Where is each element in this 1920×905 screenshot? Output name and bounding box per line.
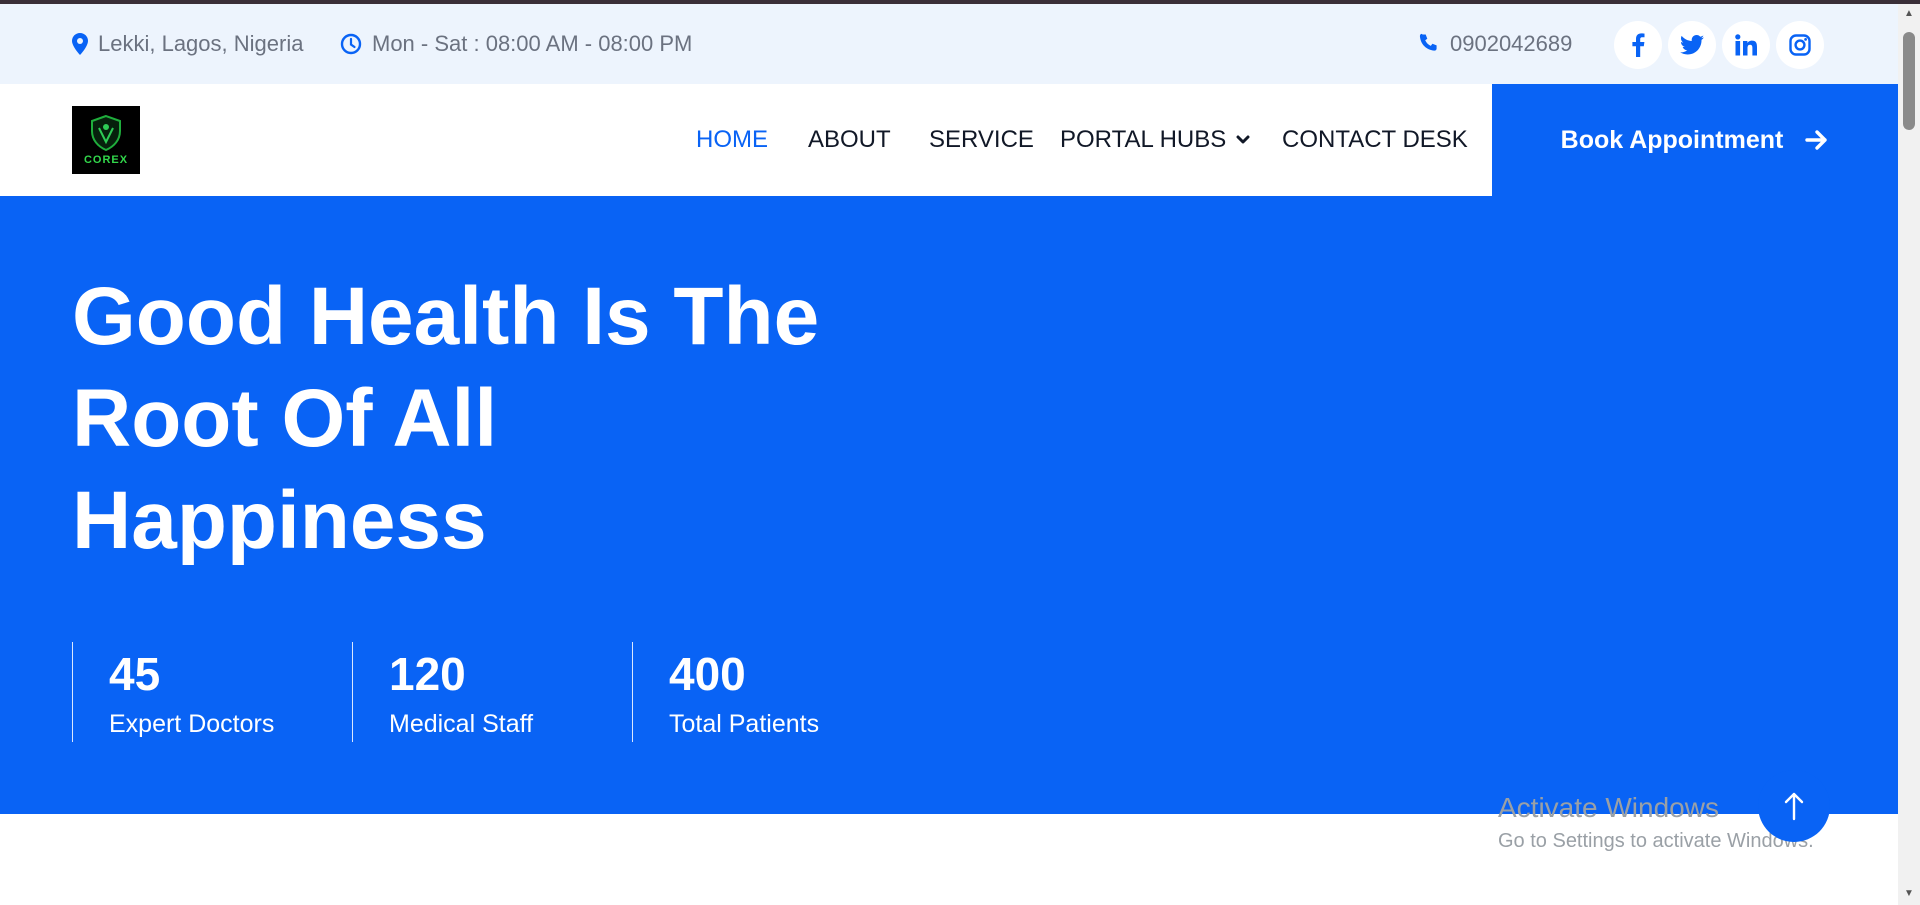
site-logo[interactable]: COREX (72, 106, 140, 174)
stat-medical-staff: 120 Medical Staff (352, 642, 533, 742)
nav-service[interactable]: SERVICE (929, 84, 1034, 196)
nav-portal-hubs-label: PORTAL HUBS (1060, 126, 1227, 153)
arrow-up-icon (1784, 792, 1804, 821)
nav-home[interactable]: HOME (696, 84, 768, 196)
scrollbar-thumb[interactable] (1903, 32, 1915, 130)
shield-logo-icon (91, 114, 121, 152)
nav-about-label: ABOUT (808, 126, 891, 153)
scroll-down-arrow-icon[interactable]: ▼ (1898, 888, 1920, 899)
phone-info[interactable]: 0902042689 (1418, 4, 1572, 84)
stat-label: Total Patients (669, 710, 820, 738)
nav-about[interactable]: ABOUT (808, 84, 891, 196)
nav-service-label: SERVICE (929, 126, 1034, 153)
stat-value: 400 (669, 648, 746, 700)
main-navbar: COREX HOME ABOUT SERVICE PORTAL HUBS CON… (0, 84, 1492, 196)
linkedin-icon (1735, 34, 1757, 56)
stat-total-patients: 400 Total Patients (632, 642, 819, 742)
nav-contact-desk[interactable]: CONTACT DESK (1282, 84, 1468, 196)
instagram-button[interactable] (1776, 21, 1824, 69)
scroll-up-arrow-icon[interactable]: ▲ (1898, 8, 1920, 19)
stat-value: 45 (109, 648, 161, 700)
stat-value: 120 (389, 648, 466, 700)
nav-home-label: HOME (696, 126, 768, 153)
book-appointment-label: Book Appointment (1560, 125, 1784, 154)
location-text: Lekki, Lagos, Nigeria (98, 31, 304, 56)
stat-expert-doctors: 45 Expert Doctors (72, 642, 274, 742)
hero-title-line: Good Health Is The (72, 271, 820, 362)
twitter-icon (1680, 35, 1704, 55)
stat-label: Medical Staff (389, 710, 534, 738)
hero-section: Good Health Is The Root Of All Happiness… (0, 196, 1898, 814)
hours-text: Mon - Sat : 08:00 AM - 08:00 PM (372, 31, 693, 56)
twitter-button[interactable] (1668, 21, 1716, 69)
arrow-right-icon (1805, 130, 1828, 150)
book-appointment-button[interactable]: Book Appointment (1492, 84, 1898, 196)
phone-number[interactable]: 0902042689 (1450, 31, 1572, 57)
page-scrollbar[interactable]: ▲ ▼ (1898, 4, 1920, 905)
location-info: Lekki, Lagos, Nigeria (72, 4, 303, 84)
back-to-top-button[interactable] (1758, 770, 1830, 842)
hero-title: Good Health Is The Root Of All Happiness (72, 266, 819, 572)
phone-icon (1419, 33, 1437, 51)
instagram-icon (1789, 34, 1811, 56)
linkedin-button[interactable] (1722, 21, 1770, 69)
chevron-down-icon (1236, 135, 1250, 144)
nav-portal-hubs[interactable]: PORTAL HUBS (1060, 84, 1250, 196)
clock-icon (340, 33, 362, 55)
facebook-icon (1632, 33, 1645, 57)
nav-contact-desk-label: CONTACT DESK (1282, 126, 1468, 153)
top-info-bar: Lekki, Lagos, Nigeria Mon - Sat : 08:00 … (0, 4, 1898, 84)
hero-title-line: Happiness (72, 475, 487, 566)
activation-subtitle: Go to Settings to activate Windows. (1498, 830, 1814, 852)
map-pin-icon (72, 33, 88, 55)
hero-title-line: Root Of All (72, 373, 498, 464)
logo-text: COREX (83, 154, 129, 166)
stat-label: Expert Doctors (109, 710, 275, 738)
facebook-button[interactable] (1614, 21, 1662, 69)
hours-info: Mon - Sat : 08:00 AM - 08:00 PM (340, 4, 692, 84)
